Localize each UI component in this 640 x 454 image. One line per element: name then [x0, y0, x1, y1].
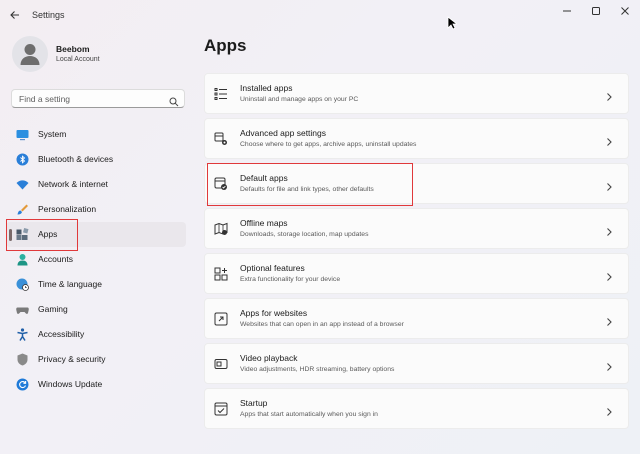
chevron-right-icon: [604, 134, 614, 146]
app-settings-icon: [214, 132, 228, 146]
card-offline-maps[interactable]: Offline maps Downloads, storage location…: [204, 208, 629, 249]
sidebar-item-label: Accounts: [38, 254, 73, 264]
sidebar-item-privacy-security[interactable]: Privacy & security: [6, 347, 186, 372]
mouse-pointer-icon: [447, 16, 459, 35]
accessibility-icon: [16, 328, 29, 341]
card-title: Optional features: [240, 263, 305, 273]
user-profile[interactable]: Beebom Local Account: [12, 36, 182, 76]
card-description: Video adjustments, HDR streaming, batter…: [240, 366, 395, 373]
window-title: Settings: [32, 10, 65, 20]
back-arrow-icon[interactable]: [8, 8, 22, 22]
maximize-button[interactable]: [585, 4, 607, 18]
sidebar-item-label: Gaming: [38, 304, 68, 314]
chevron-right-icon: [604, 224, 614, 236]
card-title: Apps for websites: [240, 308, 308, 318]
user-name: Beebom: [56, 44, 90, 54]
sidebar-item-network-internet[interactable]: Network & internet: [6, 172, 186, 197]
chevron-right-icon: [604, 404, 614, 416]
sidebar-item-gaming[interactable]: Gaming: [6, 297, 186, 322]
card-title: Offline maps: [240, 218, 288, 228]
update-icon: [16, 378, 29, 391]
card-description: Websites that can open in an app instead…: [240, 321, 404, 328]
optional-features-icon: [214, 267, 228, 281]
card-title: Installed apps: [240, 83, 293, 93]
globe-clock-icon: [16, 278, 29, 291]
sidebar-item-bluetooth-devices[interactable]: Bluetooth & devices: [6, 147, 186, 172]
card-apps-for-websites[interactable]: Apps for websites Websites that can open…: [204, 298, 629, 339]
avatar: [12, 36, 48, 72]
card-title: Advanced app settings: [240, 128, 327, 138]
sidebar-item-system[interactable]: System: [6, 122, 186, 147]
chevron-right-icon: [604, 359, 614, 371]
chevron-right-icon: [604, 89, 614, 101]
startup-icon: [214, 402, 228, 416]
card-description: Downloads, storage location, map updates: [240, 231, 369, 238]
map-icon: [214, 222, 228, 236]
card-advanced-app-settings[interactable]: Advanced app settings Choose where to ge…: [204, 118, 629, 159]
settings-window: Settings Beebom Local Account Find a set…: [0, 0, 640, 454]
shield-icon: [16, 353, 29, 366]
sidebar-item-label: Windows Update: [38, 379, 103, 389]
chevron-right-icon: [604, 269, 614, 281]
bluetooth-icon: [16, 153, 29, 166]
card-video-playback[interactable]: Video playback Video adjustments, HDR st…: [204, 343, 629, 384]
monitor-icon: [16, 128, 29, 141]
search-input[interactable]: Find a setting: [11, 89, 185, 108]
account-type: Local Account: [56, 56, 100, 63]
card-installed-apps[interactable]: Installed apps Uninstall and manage apps…: [204, 73, 629, 114]
wifi-icon: [16, 178, 29, 191]
person-icon: [16, 253, 29, 266]
sidebar-item-label: Privacy & security: [38, 354, 106, 364]
sidebar-item-windows-update[interactable]: Windows Update: [6, 372, 186, 397]
search-icon[interactable]: [169, 94, 179, 112]
gamepad-icon: [16, 303, 29, 316]
sidebar-nav: System Bluetooth & devices Network & int…: [6, 122, 186, 397]
sidebar-item-label: Network & internet: [38, 179, 108, 189]
card-description: Choose where to get apps, archive apps, …: [240, 141, 417, 148]
chevron-right-icon: [604, 314, 614, 326]
sidebar-item-label: Personalization: [38, 204, 97, 214]
sidebar-item-time-language[interactable]: Time & language: [6, 272, 186, 297]
title-bar: Settings: [0, 0, 640, 30]
search-placeholder: Find a setting: [19, 94, 71, 104]
card-startup[interactable]: Startup Apps that start automatically wh…: [204, 388, 629, 429]
chevron-right-icon: [604, 179, 614, 191]
sidebar-item-label: Bluetooth & devices: [38, 154, 114, 164]
minimize-button[interactable]: [556, 4, 578, 18]
card-title: Startup: [240, 398, 268, 408]
default-apps-highlight-box: [207, 163, 413, 206]
video-icon: [214, 357, 228, 371]
card-description: Extra functionality for your device: [240, 276, 341, 283]
card-optional-features[interactable]: Optional features Extra functionality fo…: [204, 253, 629, 294]
sidebar-item-label: System: [38, 129, 67, 139]
close-button[interactable]: [614, 4, 636, 18]
card-description: Uninstall and manage apps on your PC: [240, 96, 359, 103]
list-icon: [214, 87, 228, 101]
card-title: Video playback: [240, 353, 298, 363]
apps-highlight-box: [6, 219, 78, 251]
sidebar-item-label: Time & language: [38, 279, 102, 289]
card-description: Apps that start automatically when you s…: [240, 411, 378, 418]
page-title: Apps: [204, 36, 247, 55]
sidebar-item-accessibility[interactable]: Accessibility: [6, 322, 186, 347]
brush-icon: [16, 203, 29, 216]
sidebar-item-label: Accessibility: [38, 329, 85, 339]
open-in-app-icon: [214, 312, 228, 326]
